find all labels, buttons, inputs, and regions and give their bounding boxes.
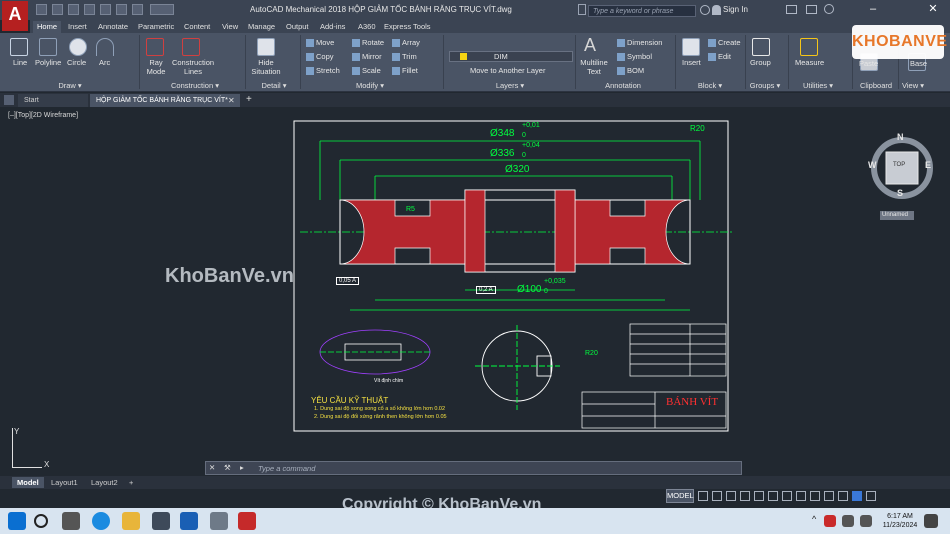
- tab-model[interactable]: Model: [12, 477, 44, 488]
- tray-network-icon[interactable]: [842, 515, 854, 527]
- dim-d336-tolerance-lower: 0: [522, 152, 526, 159]
- status-toggles[interactable]: [698, 491, 946, 503]
- tray-app-icon[interactable]: [824, 515, 836, 527]
- title-block-name: BÁNH VÍT: [666, 396, 719, 408]
- dim-d348: Ø348: [490, 128, 515, 139]
- tolerance-frame-2: 0,2 A: [476, 286, 496, 294]
- grid-icon[interactable]: [698, 491, 708, 501]
- customize-icon[interactable]: [866, 491, 876, 501]
- notification-icon[interactable]: [924, 514, 938, 528]
- compass-west[interactable]: W: [868, 160, 877, 170]
- tray-volume-icon[interactable]: [860, 515, 872, 527]
- requirement-1: 1. Dung sai độ song song cổ a số không l…: [314, 406, 446, 412]
- ucs-x-axis: [12, 467, 42, 468]
- outlook-icon[interactable]: [180, 512, 198, 530]
- clean-screen-icon[interactable]: [852, 491, 862, 501]
- compass-north[interactable]: N: [897, 132, 904, 142]
- polar-icon[interactable]: [740, 491, 750, 501]
- workspace-icon[interactable]: [810, 491, 820, 501]
- search-taskbar-icon[interactable]: [34, 514, 48, 528]
- dim-r20-corner: R20: [690, 124, 705, 133]
- isolate-icon[interactable]: [824, 491, 834, 501]
- autocad-taskbar-icon[interactable]: [238, 512, 256, 530]
- transparency-icon[interactable]: [782, 491, 792, 501]
- hardware-icon[interactable]: [838, 491, 848, 501]
- title-block: [581, 323, 727, 429]
- settings-app-icon[interactable]: [210, 512, 228, 530]
- start-icon[interactable]: [8, 512, 26, 530]
- cmd-close-icon[interactable]: ✕: [209, 463, 215, 472]
- requirements-title: YÊU CẦU KỸ THUẬT: [311, 396, 389, 405]
- screw-note: Vít định chìm: [374, 378, 404, 384]
- store-icon[interactable]: [152, 512, 170, 530]
- command-line[interactable]: ✕ ⚒ ▸ Type a command: [205, 461, 742, 475]
- file-explorer-icon[interactable]: [122, 512, 140, 530]
- clock-time: 6:17 AM: [887, 513, 913, 520]
- viewcube-top-face[interactable]: TOP: [893, 162, 905, 168]
- cmd-settings-icon[interactable]: ⚒: [224, 463, 231, 472]
- tray-chevron-icon[interactable]: ^: [812, 514, 816, 524]
- edge-icon[interactable]: [92, 512, 110, 530]
- dim-d100: Ø100: [517, 284, 542, 295]
- dim-r20-keyway: R20: [585, 350, 598, 357]
- annotation-scale-icon[interactable]: [796, 491, 806, 501]
- screw-detail-view: [319, 329, 431, 375]
- command-input[interactable]: Type a command: [258, 464, 315, 473]
- dim-d348-tolerance: +0,01: [522, 122, 540, 129]
- dim-d348-tolerance-lower: 0: [522, 132, 526, 139]
- layout-tab-bar: Model Layout1 Layout2 +: [0, 476, 950, 489]
- windows-taskbar: [0, 508, 950, 534]
- dim-d100-tolerance: +0,035: [544, 278, 566, 285]
- taskbar-clock[interactable]: 6:17 AM 11/23/2024: [882, 512, 918, 530]
- lineweight-icon[interactable]: [768, 491, 778, 501]
- model-space-button[interactable]: MODEL: [666, 489, 694, 503]
- watermark-text: KhoBanVe.vn: [165, 265, 294, 287]
- osnap-icon[interactable]: [754, 491, 764, 501]
- dim-r5: R5: [406, 206, 415, 213]
- drawing-svg: [293, 120, 732, 432]
- ucs-y-label: Y: [14, 427, 20, 436]
- ucs-y-axis: [12, 428, 13, 468]
- cmd-prompt-icon: ▸: [240, 463, 244, 472]
- section-hatch: [339, 189, 691, 273]
- task-view-icon[interactable]: [62, 512, 80, 530]
- compass-south[interactable]: S: [897, 188, 903, 198]
- clock-date: 11/23/2024: [882, 522, 918, 529]
- dim-d320: Ø320: [505, 164, 530, 175]
- new-layout-button[interactable]: +: [124, 477, 138, 488]
- ortho-icon[interactable]: [726, 491, 736, 501]
- ucs-x-label: X: [44, 460, 50, 469]
- tab-layout1[interactable]: Layout1: [46, 477, 83, 488]
- keyway-view: [475, 325, 560, 410]
- requirement-2: 2. Dung sai độ đối xứng rãnh then không …: [314, 414, 447, 420]
- dim-d100-tolerance-lower: 0: [544, 288, 548, 295]
- snap-icon[interactable]: [712, 491, 722, 501]
- tab-layout2[interactable]: Layout2: [86, 477, 123, 488]
- dim-d336: Ø336: [490, 148, 515, 159]
- dim-d336-tolerance: +0,04: [522, 142, 540, 149]
- tolerance-frame: 0,05 A: [336, 277, 360, 285]
- ucs-menu[interactable]: Unnamed: [880, 211, 914, 220]
- compass-east[interactable]: E: [925, 160, 931, 170]
